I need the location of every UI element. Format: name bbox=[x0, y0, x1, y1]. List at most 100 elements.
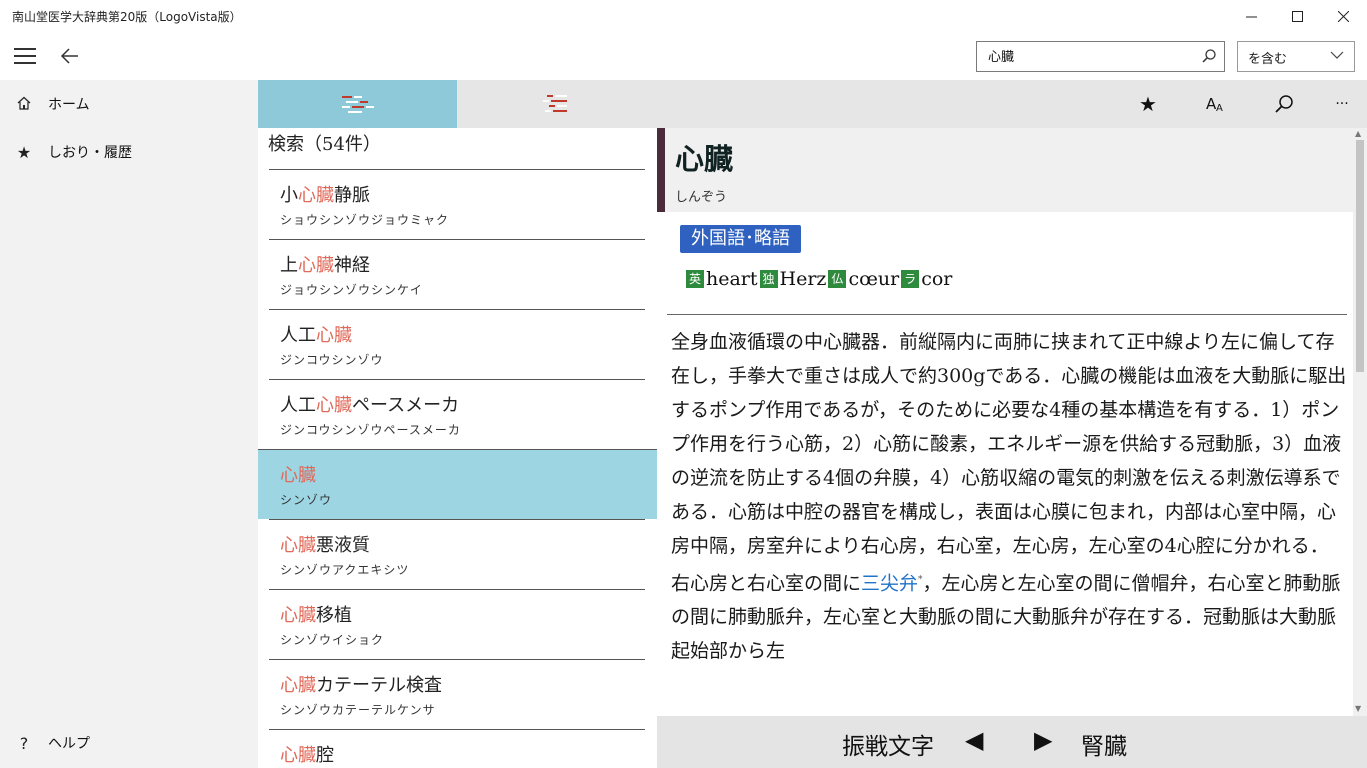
result-reading: ショウシンゾウジョウミャク bbox=[280, 213, 450, 227]
next-entry-link[interactable]: 腎臓 bbox=[1081, 727, 1127, 761]
term-match: 心臓 bbox=[280, 465, 316, 486]
term-part: ペースメーカ bbox=[352, 395, 460, 416]
result-row[interactable]: 心臓カテーテル検査シンゾウカテーテルケンサ bbox=[258, 659, 657, 729]
nav-label: ヘルプ bbox=[48, 736, 90, 752]
entry-reading: しんぞう bbox=[675, 190, 728, 205]
lang-tag-french: 仏 bbox=[828, 270, 847, 288]
tab-index-view[interactable] bbox=[457, 80, 656, 128]
star-icon: ★ bbox=[16, 142, 32, 162]
nav-item-help[interactable]: ? ヘルプ bbox=[0, 719, 258, 767]
row-divider bbox=[269, 519, 645, 520]
nav-item-home[interactable]: ホーム bbox=[0, 80, 258, 128]
more-icon: ··· bbox=[1335, 96, 1349, 112]
previous-arrow-icon[interactable]: ◀ bbox=[965, 726, 983, 754]
term-match: 心臓 bbox=[316, 325, 352, 346]
term-match: 心臓 bbox=[316, 395, 352, 416]
row-divider bbox=[269, 239, 645, 240]
previous-entry-link[interactable]: 振戦文字 bbox=[842, 727, 934, 761]
result-term: 心臓悪液質 bbox=[280, 531, 370, 557]
result-row[interactable]: 人工心臓ジンコウシンゾウ bbox=[258, 309, 657, 379]
row-divider bbox=[269, 309, 645, 310]
entry-navigation-bar: 振戦文字 ◀ ▶ 腎臓 bbox=[657, 716, 1367, 768]
result-term: 小心臓静脈 bbox=[280, 181, 370, 207]
entry-body-text: 全身血液循環の中心臓器．前縦隔内に両肺に挟まれて正中線より左に偏して存在し，手拳… bbox=[671, 331, 1347, 595]
foreign-word: cor bbox=[921, 268, 953, 290]
scroll-up-icon[interactable]: ▲ bbox=[1355, 129, 1361, 138]
maximize-icon[interactable] bbox=[1274, 0, 1320, 32]
row-divider bbox=[258, 449, 657, 450]
hamburger-menu-icon[interactable] bbox=[14, 48, 36, 64]
star-icon: ★ bbox=[1139, 92, 1157, 116]
term-part: 静脈 bbox=[334, 185, 370, 206]
search-icon bbox=[1275, 95, 1293, 113]
section-badge: 外国語･略語 bbox=[680, 225, 801, 253]
results-header: 検索（54件） bbox=[268, 134, 381, 155]
result-reading: シンゾウアクエキシツ bbox=[280, 563, 410, 577]
term-match: 心臓 bbox=[298, 255, 334, 276]
result-term: 人工心臓ペースメーカ bbox=[280, 391, 459, 417]
search-icon[interactable] bbox=[1202, 49, 1216, 63]
font-size-icon: AA bbox=[1206, 95, 1223, 113]
result-reading: シンゾウカテーテルケンサ bbox=[280, 703, 436, 717]
entry-header: 心臓 しんぞう bbox=[657, 128, 1355, 212]
result-row[interactable]: 心臓悪液質シンゾウアクエキシツ bbox=[258, 519, 657, 589]
next-arrow-icon[interactable]: ▶ bbox=[1034, 726, 1052, 754]
result-row[interactable]: 上心臓神経ジョウシンゾウシンケイ bbox=[258, 239, 657, 309]
match-mode-value: を含む bbox=[1248, 52, 1288, 67]
result-row[interactable]: 心臓 シンゾウ bbox=[258, 449, 657, 519]
row-divider bbox=[269, 729, 645, 730]
term-part: カテーテル検査 bbox=[316, 675, 442, 696]
content-toolbar: ★ AA ··· bbox=[258, 80, 1367, 128]
result-term: 人工心臓 bbox=[280, 321, 352, 347]
term-match: 心臓 bbox=[280, 675, 316, 696]
font-size-button[interactable]: AA bbox=[1182, 80, 1250, 128]
cross-reference-link[interactable]: 三尖弁 bbox=[861, 572, 918, 594]
nav-item-bookmarks-history[interactable]: ★ しおり・履歴 bbox=[0, 128, 258, 176]
entry-body: 全身血液循環の中心臓器．前縦隔内に両肺に挟まれて正中線より左に偏して存在し，手拳… bbox=[671, 325, 1347, 668]
detail-scrollbar[interactable]: ▲ ▼ bbox=[1353, 128, 1367, 716]
scrollbar-thumb[interactable] bbox=[1356, 140, 1364, 372]
nav-label: ホーム bbox=[48, 97, 90, 113]
entry-header-accent bbox=[657, 128, 665, 212]
term-part: 神経 bbox=[334, 255, 370, 276]
foreign-word: Herz bbox=[779, 268, 827, 290]
chevron-down-icon bbox=[1330, 51, 1344, 59]
result-term: 心臓移植 bbox=[280, 601, 352, 627]
scroll-down-icon[interactable]: ▼ bbox=[1355, 704, 1361, 713]
foreign-word: heart bbox=[706, 268, 758, 290]
result-reading: シンゾウイショク bbox=[280, 633, 385, 647]
title-bar: 南山堂医学大辞典第20版（LogoVista版） bbox=[0, 0, 1367, 32]
result-row[interactable]: 心臓移植シンゾウイショク bbox=[258, 589, 657, 659]
result-row[interactable]: 心臓腔 bbox=[258, 729, 657, 768]
result-term: 上心臓神経 bbox=[280, 251, 370, 277]
result-term: 心臓 bbox=[280, 461, 316, 487]
entry-detail-pane: 心臓 しんぞう 外国語･略語 英 heart 独 Herz 仏 cœur ラ cor 全… bbox=[657, 128, 1367, 716]
search-results-list: 検索（54件） 小心臓静脈 ショウシンゾウジョウミャク 上心臓神経 ジョウシンゾウシン… bbox=[258, 128, 657, 768]
term-part: 移植 bbox=[316, 605, 352, 626]
tab-list-view[interactable] bbox=[258, 80, 457, 128]
side-navigation: ホーム ★ しおり・履歴 ? ヘルプ bbox=[0, 80, 258, 768]
minimize-icon[interactable] bbox=[1228, 0, 1274, 32]
result-reading: ジンコウシンゾウ bbox=[280, 353, 384, 367]
term-match: 心臓 bbox=[298, 185, 334, 206]
row-divider bbox=[269, 659, 645, 660]
back-arrow-icon[interactable] bbox=[60, 42, 86, 70]
bookmark-star-button[interactable]: ★ bbox=[1114, 80, 1182, 128]
search-input[interactable] bbox=[988, 48, 1188, 63]
term-match: 心臓 bbox=[280, 605, 316, 626]
lang-tag-english: 英 bbox=[686, 270, 704, 288]
svg-text:A: A bbox=[1216, 103, 1223, 113]
result-term: 心臓カテーテル検査 bbox=[280, 671, 442, 697]
lang-tag-latin: ラ bbox=[901, 270, 920, 288]
search-field[interactable] bbox=[976, 41, 1225, 72]
result-reading: ジョウシンゾウシンケイ bbox=[280, 283, 423, 297]
more-options-button[interactable]: ··· bbox=[1308, 80, 1367, 128]
index-view-icon bbox=[542, 95, 567, 112]
help-icon: ? bbox=[19, 733, 29, 753]
match-mode-dropdown[interactable]: を含む bbox=[1237, 41, 1355, 72]
close-icon[interactable] bbox=[1320, 0, 1366, 32]
result-row[interactable]: 小心臓静脈ショウシンゾウジョウミャク bbox=[258, 169, 657, 239]
result-row[interactable]: 人工心臓ペースメーカ ジンコウシンゾウペースメーカ bbox=[258, 379, 657, 449]
term-part: 上 bbox=[280, 255, 298, 276]
term-part: 小 bbox=[280, 185, 298, 206]
